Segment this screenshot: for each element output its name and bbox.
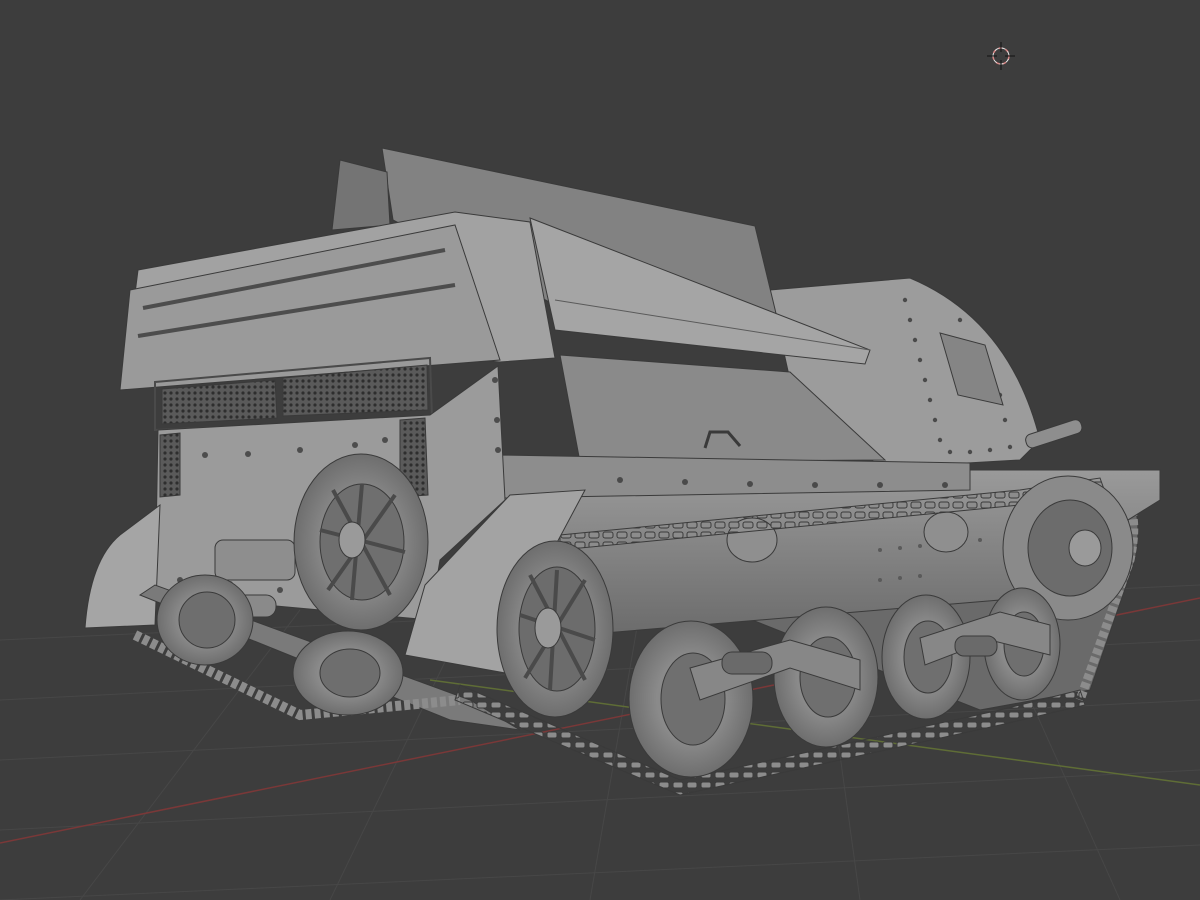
3d-cursor-icon[interactable]	[987, 42, 1015, 70]
gun-shield-left	[331, 159, 391, 231]
left-mudguard	[84, 503, 161, 629]
radiator-grille-left	[161, 379, 278, 425]
spare-wheel	[293, 453, 429, 631]
viewport-scene[interactable]	[0, 0, 1200, 900]
tow-bracket	[214, 539, 296, 581]
rear-idler-center	[292, 630, 404, 716]
road-wheel-1	[628, 620, 754, 778]
bogie-front-arm	[721, 651, 773, 675]
rear-idler-left	[156, 574, 254, 666]
vehicle-mesh[interactable]	[84, 147, 1161, 796]
3d-viewport[interactable]	[0, 0, 1200, 900]
bogie-rear-arm	[954, 635, 998, 657]
rear-drive-wheel	[496, 540, 614, 718]
rear-left-grille	[159, 432, 181, 498]
